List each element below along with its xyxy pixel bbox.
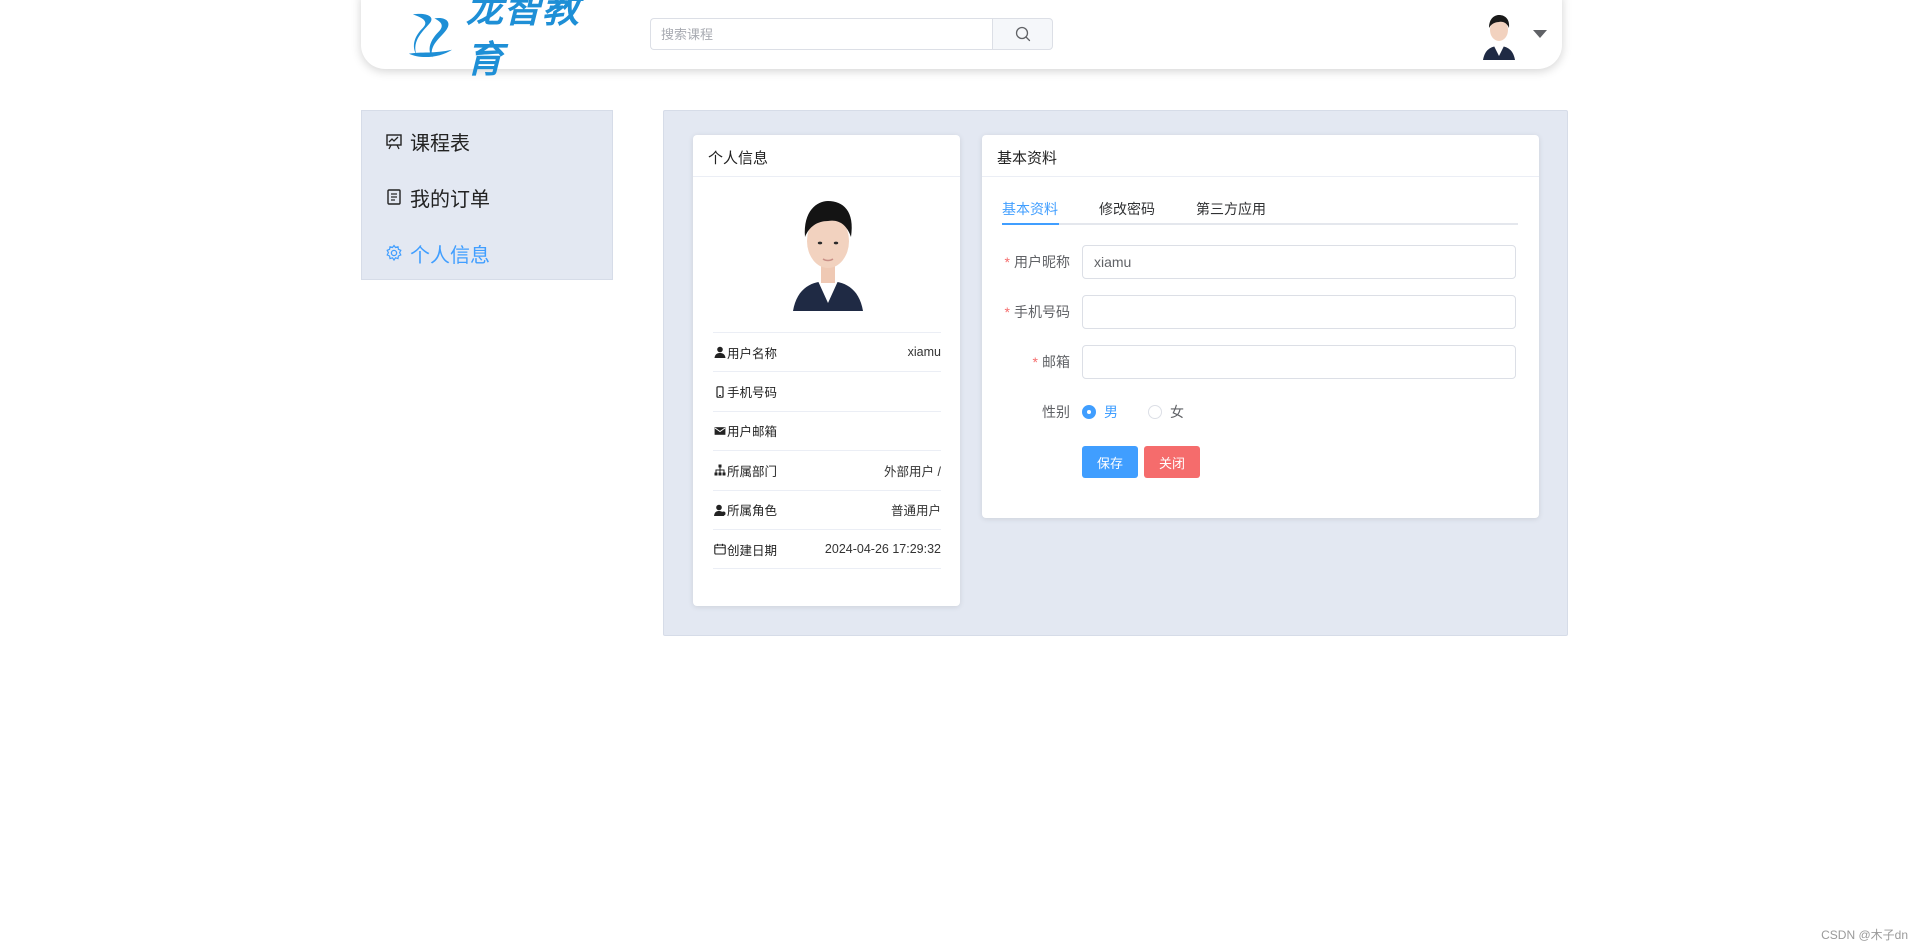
required-mark: * [1032,354,1038,370]
info-row-phone: 手机号码 [713,372,941,412]
sidebar-item-label: 我的订单 [410,188,490,211]
radio-dot-icon [1082,405,1096,419]
info-row-role: 所属角色 普通用户 [713,491,941,530]
search-bar [650,18,1053,50]
avatar-photo-icon [1477,10,1521,60]
user-icon [713,346,726,359]
tab-third-party[interactable]: 第三方应用 [1196,199,1266,219]
gender-radio-female[interactable]: 女 [1148,402,1184,422]
info-label: 手机号码 [727,386,778,401]
avatar-photo-icon [787,191,869,311]
calendar-icon [713,543,726,556]
gender-label: 性别 [1042,404,1070,420]
tab-basic-info[interactable]: 基本资料 [1002,199,1058,219]
form-actions: 保存 关闭 [1002,445,1518,479]
logo-text: 龙智教育 [465,0,580,81]
info-value: xiamu [907,345,941,360]
info-label: 用户邮箱 [727,425,778,440]
phone-icon [713,385,726,398]
info-value: 2024-04-26 17:29:32 [824,542,941,557]
document-icon [384,187,404,207]
search-icon [1015,26,1030,42]
profile-info-list: 用户名称 xiamu 手机号码 用户邮箱 所属部门 外部用户 / 所属角色 普通… [713,332,941,570]
required-mark: * [1004,304,1010,320]
form-row-email: * 邮箱 [1002,345,1518,379]
presentation-chart-icon [384,131,404,151]
search-input[interactable] [650,18,993,50]
info-label: 所属部门 [727,464,778,479]
tab-change-password[interactable]: 修改密码 [1099,199,1155,219]
basic-info-card: 基本资料 基本资料 修改密码 第三方应用 *用户昵称 *手机号码 *邮箱 性别 … [982,135,1539,518]
header-avatar[interactable] [1477,10,1521,60]
save-button[interactable]: 保存 [1082,446,1139,478]
gender-radio-male[interactable]: 男 [1082,402,1118,422]
sidebar-item-label: 课程表 [410,132,470,155]
form-row-phone: * 手机号码 [1002,295,1518,329]
info-label: 用户名称 [727,346,778,361]
sidebar-item-profile[interactable]: 个人信息 [384,237,490,269]
info-value: 普通用户 [890,504,941,519]
profile-avatar[interactable] [787,191,869,311]
main-panel: 个人信息 用户名称 xiamu 手机号码 用户邮箱 所属部门 外部用户 / 所属… [663,110,1568,636]
sidebar-item-label: 个人信息 [410,244,490,267]
org-tree-icon [713,464,726,477]
email-input[interactable] [1082,345,1516,379]
nickname-input[interactable] [1082,245,1516,279]
info-row-username: 用户名称 xiamu [713,333,941,373]
required-mark: * [1004,254,1010,270]
radio-label: 女 [1170,404,1184,420]
sidebar-item-schedule[interactable]: 课程表 [384,125,470,157]
form-row-gender: 性别 男 女 [1002,395,1518,429]
info-row-department: 所属部门 外部用户 / [713,451,941,491]
nickname-label: 用户昵称 [1014,254,1070,270]
sidebar: 课程表 我的订单 个人信息 [361,110,613,280]
radio-dot-icon [1148,405,1162,419]
logo-mark-icon [408,13,453,58]
mail-icon [713,424,726,437]
radio-label: 男 [1104,404,1118,420]
logo[interactable]: 龙智教育 [405,0,615,81]
tab-bar: 基本资料 修改密码 第三方应用 [1002,193,1518,225]
info-row-created: 创建日期 2024-04-26 17:29:32 [713,530,941,570]
tab-active-indicator [1002,223,1059,225]
phone-label: 手机号码 [1014,304,1070,320]
info-row-email: 用户邮箱 [713,412,941,452]
profile-card: 个人信息 用户名称 xiamu 手机号码 用户邮箱 所属部门 外部用户 / 所属… [693,135,960,606]
profile-card-title: 个人信息 [693,135,960,177]
basic-info-card-title: 基本资料 [982,135,1539,177]
gear-icon [384,243,404,263]
role-icon [713,503,726,516]
close-button[interactable]: 关闭 [1144,446,1201,478]
email-label: 邮箱 [1042,354,1070,370]
chevron-down-icon[interactable] [1533,30,1547,38]
phone-input[interactable] [1082,295,1516,329]
info-value: 外部用户 / [884,464,941,479]
search-button[interactable] [992,18,1053,50]
form-row-nickname: * 用户昵称 [1002,245,1518,279]
info-label: 创建日期 [727,543,778,558]
watermark: CSDN @木子dn [1821,928,1908,942]
info-label: 所属角色 [727,504,778,519]
sidebar-item-orders[interactable]: 我的订单 [384,181,490,213]
top-header: 龙智教育 [361,0,1562,81]
